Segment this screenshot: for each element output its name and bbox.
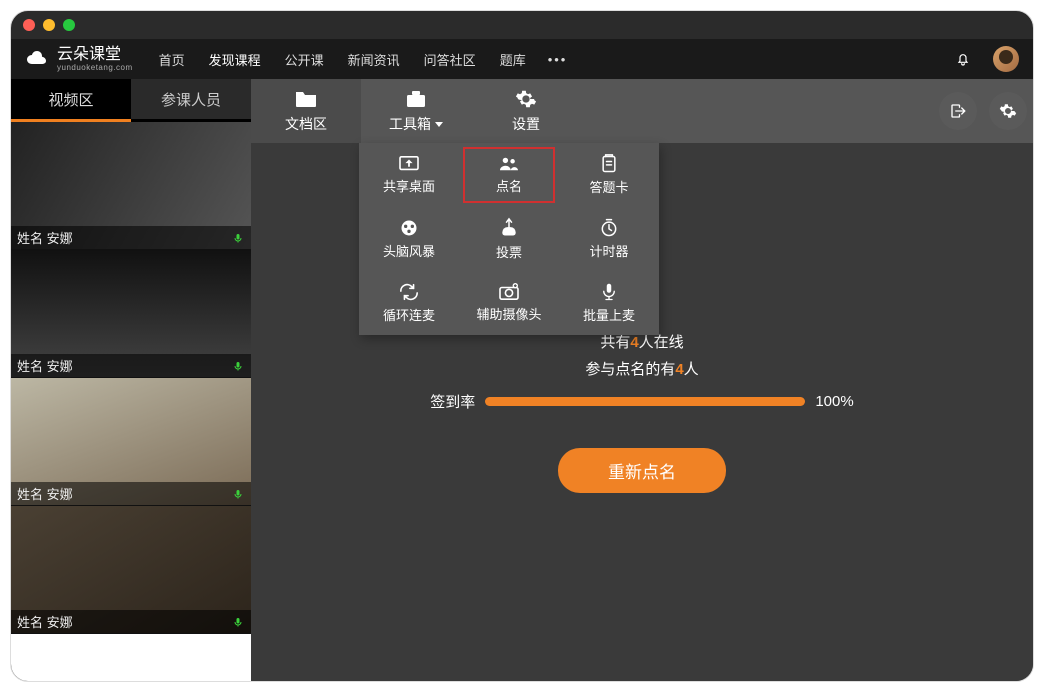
video-panel: 视频区 参课人员 姓名 安娜 姓名 安娜 [11, 79, 251, 681]
rollcall-again-button[interactable]: 重新点名 [558, 448, 726, 493]
tap-icon [499, 217, 519, 239]
tool-share-screen[interactable]: 共享桌面 [359, 143, 459, 207]
brand-logo[interactable]: 云朵课堂 yunduoketang.com [25, 47, 133, 72]
main-panel: 文档区 工具箱 设置 [251, 79, 1033, 681]
toolbar-settings-label: 设置 [512, 114, 540, 134]
gear-icon [515, 88, 537, 110]
toolbar-toolbox-label: 工具箱 [389, 114, 431, 134]
exit-button[interactable] [939, 92, 977, 130]
sheet-icon [599, 154, 619, 174]
mic-icon [231, 615, 245, 629]
toolbar-settings[interactable]: 设置 [471, 79, 581, 143]
screen-share-icon [398, 155, 420, 173]
nav-more-icon[interactable]: ••• [548, 52, 568, 67]
mic-icon [231, 231, 245, 245]
notifications-icon[interactable] [955, 50, 971, 68]
video-tile[interactable]: 姓名 安娜 [11, 378, 251, 506]
camera-add-icon [498, 283, 520, 301]
participant-label: 姓名 安娜 [17, 484, 73, 503]
nav-discover[interactable]: 发现课程 [207, 50, 263, 69]
tool-aux-camera[interactable]: 辅助摄像头 [459, 271, 559, 335]
tool-brainstorm[interactable]: 头脑风暴 [359, 207, 459, 271]
tool-roll-call[interactable]: 点名 [459, 143, 559, 207]
participant-label: 姓名 安娜 [17, 356, 73, 375]
tab-video[interactable]: 视频区 [11, 79, 131, 119]
participant-label: 姓名 安娜 [17, 228, 73, 247]
briefcase-icon [404, 88, 428, 110]
toolbar: 文档区 工具箱 设置 [251, 79, 1033, 143]
attendance-label: 签到率 [430, 391, 475, 412]
tool-vote[interactable]: 投票 [459, 207, 559, 271]
tool-answer-sheet[interactable]: 答题卡 [559, 143, 659, 207]
video-panel-empty-area [11, 634, 251, 681]
app-window: 云朵课堂 yunduoketang.com 首页 发现课程 公开课 新闻资讯 问… [10, 10, 1034, 682]
tool-timer[interactable]: 计时器 [559, 207, 659, 271]
body-area: 视频区 参课人员 姓名 安娜 姓名 安娜 [11, 79, 1033, 681]
attendance-value: 100% [815, 393, 853, 410]
minimize-dot[interactable] [43, 19, 55, 31]
video-tile[interactable]: 姓名 安娜 [11, 506, 251, 634]
mic-icon [231, 359, 245, 373]
settings-round-button[interactable] [989, 92, 1027, 130]
brand-sub: yunduoketang.com [57, 63, 133, 72]
titlebar [11, 11, 1033, 39]
tool-loop-mic[interactable]: 循环连麦 [359, 271, 459, 335]
topbar: 云朵课堂 yunduoketang.com 首页 发现课程 公开课 新闻资讯 问… [11, 39, 1033, 79]
user-avatar[interactable] [993, 46, 1019, 72]
toolbar-toolbox[interactable]: 工具箱 [361, 79, 471, 143]
nav-news[interactable]: 新闻资讯 [346, 50, 402, 69]
nav-open-class[interactable]: 公开课 [283, 50, 326, 69]
chevron-down-icon [435, 122, 443, 127]
gear-icon [999, 102, 1017, 120]
attendance-row: 签到率 100% [430, 391, 853, 412]
close-dot[interactable] [23, 19, 35, 31]
toolbar-docs[interactable]: 文档区 [251, 79, 361, 143]
mic-icon [600, 282, 618, 302]
maximize-dot[interactable] [63, 19, 75, 31]
brand-name: 云朵课堂 [57, 47, 121, 63]
toolbox-panel: 共享桌面 点名 答题卡 头脑风暴 投票 [359, 143, 659, 335]
nav-home[interactable]: 首页 [157, 50, 187, 69]
users-icon [498, 155, 520, 173]
nav-bank[interactable]: 题库 [498, 50, 528, 69]
loop-icon [398, 282, 420, 302]
film-icon [399, 218, 419, 238]
attendance-bar [485, 397, 805, 406]
nav-qa[interactable]: 问答社区 [422, 50, 478, 69]
folder-icon [294, 88, 318, 110]
participant-label: 姓名 安娜 [17, 612, 73, 631]
toolbar-docs-label: 文档区 [285, 114, 327, 134]
participant-count: 参与点名的有4人 [585, 358, 698, 379]
video-tile[interactable]: 姓名 安娜 [11, 250, 251, 378]
cloud-icon [25, 49, 51, 69]
clock-icon [599, 218, 619, 238]
video-tile[interactable]: 姓名 安娜 [11, 122, 251, 250]
mic-icon [231, 487, 245, 501]
tool-batch-mic[interactable]: 批量上麦 [559, 271, 659, 335]
tab-participants[interactable]: 参课人员 [131, 79, 251, 119]
exit-icon [949, 102, 967, 120]
